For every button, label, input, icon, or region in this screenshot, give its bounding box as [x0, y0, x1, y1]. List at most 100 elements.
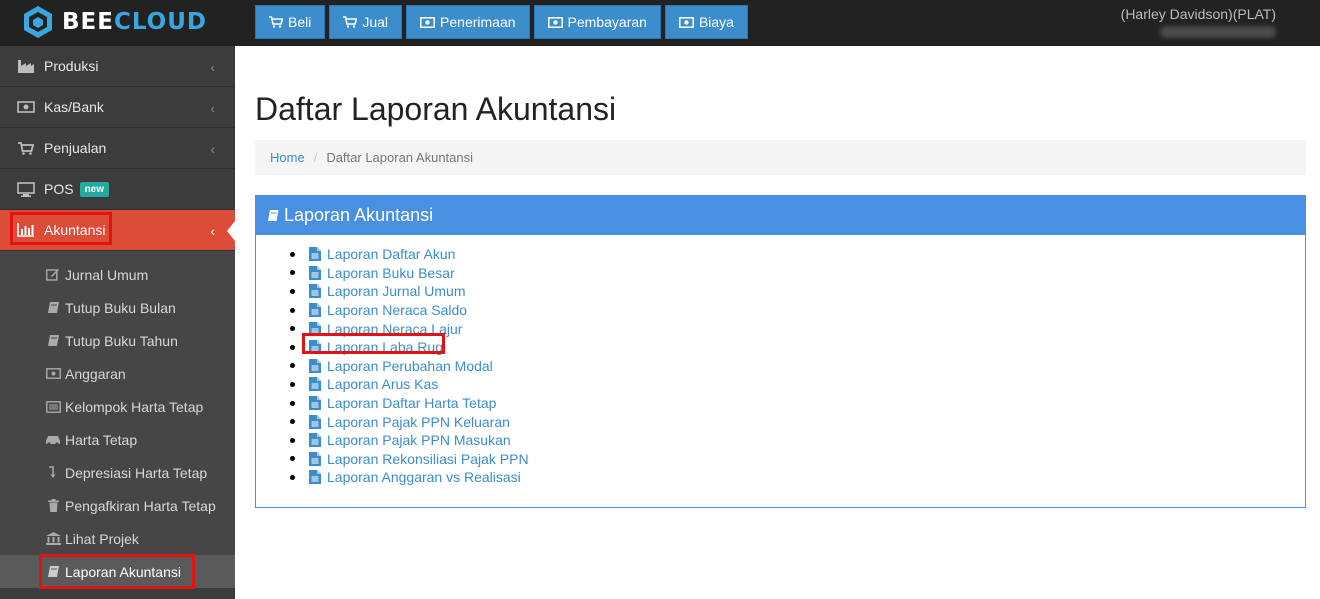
bullet — [290, 456, 295, 462]
pembayaran-label: Pembayaran — [567, 14, 647, 30]
panel-title: Laporan Akuntansi — [284, 205, 434, 225]
bullet — [290, 288, 295, 294]
active-pointer — [227, 221, 235, 241]
sidebar-item-label: Akuntansi — [44, 222, 106, 238]
pembayaran-button[interactable]: Pembayaran — [533, 5, 661, 39]
chevron-left-icon: ‹ — [210, 59, 215, 75]
chevron-left-icon: ‹ — [210, 100, 215, 116]
user-company: (Harley Davidson)(PLAT) — [1120, 6, 1276, 22]
file-text-icon — [309, 303, 321, 318]
bank-icon — [45, 532, 61, 545]
cart-icon — [16, 141, 36, 155]
submenu-item-tutup-buku-tahun[interactable]: Tutup Buku Tahun — [0, 324, 235, 357]
submenu-item-label: Tutup Buku Bulan — [65, 299, 176, 316]
edit-icon — [45, 268, 61, 281]
submenu-item-kelompok-harta-tetap[interactable]: Kelompok Harta Tetap — [0, 390, 235, 423]
report-link[interactable]: Laporan Neraca Lajur — [327, 321, 462, 337]
file-text-icon — [309, 433, 321, 448]
sidebar-item-pos[interactable]: POS new — [0, 169, 235, 210]
main-content: Daftar Laporan Akuntansi Home / Daftar L… — [255, 46, 1306, 508]
page-title: Daftar Laporan Akuntansi — [255, 91, 617, 127]
report-panel: Laporan Akuntansi Laporan Daftar Akun Lap… — [255, 195, 1306, 508]
sidebar-item-akuntansi[interactable]: Akuntansi ‹ — [0, 210, 235, 251]
bullet — [290, 270, 295, 276]
report-link[interactable]: Laporan Perubahan Modal — [327, 358, 493, 374]
submenu-item-depresiasi-harta-tetap[interactable]: Depresiasi Harta Tetap — [0, 456, 235, 489]
top-nav: Beli Jual Penerimaan Pembayaran Biaya — [255, 5, 752, 39]
level-down-icon — [45, 466, 61, 479]
report-link[interactable]: Laporan Jurnal Umum — [327, 283, 466, 299]
desktop-icon — [16, 181, 36, 197]
report-link[interactable]: Laporan Laba Rugi — [327, 339, 446, 355]
submenu-item-harta-tetap[interactable]: Harta Tetap — [0, 423, 235, 456]
list-icon — [45, 400, 61, 413]
file-text-icon — [309, 340, 321, 355]
report-link[interactable]: Laporan Buku Besar — [327, 265, 455, 281]
money-icon — [16, 101, 36, 113]
logo-text-bee: BEE — [62, 9, 114, 35]
file-text-icon — [309, 377, 321, 392]
cart-icon — [269, 16, 283, 28]
beli-button[interactable]: Beli — [255, 5, 326, 39]
beli-label: Beli — [288, 14, 312, 30]
report-item-laporan-neraca-saldo: Laporan Neraca Saldo — [290, 301, 1305, 320]
jual-button[interactable]: Jual — [329, 5, 403, 39]
sidebar: Produksi ‹ Kas/Bank ‹ Penjualan ‹ POS ne… — [0, 46, 235, 599]
bullet — [290, 419, 295, 425]
akuntansi-submenu: Jurnal Umum Tutup Buku Bulan Tutup Buku … — [0, 251, 235, 589]
bullet — [290, 307, 295, 313]
report-item-laporan-laba-rugi: Laporan Laba Rugi — [290, 338, 1305, 357]
report-item-laporan-rekonsiliasi-pajak-ppn: Laporan Rekonsiliasi Pajak PPN — [290, 450, 1305, 469]
car-icon — [45, 434, 61, 446]
bullet — [290, 344, 295, 350]
bullet — [290, 251, 295, 257]
submenu-item-tutup-buku-bulan[interactable]: Tutup Buku Bulan — [0, 291, 235, 324]
penerimaan-label: Penerimaan — [440, 14, 516, 30]
biaya-label: Biaya — [698, 14, 734, 30]
logo[interactable]: BEECLOUD — [22, 5, 207, 39]
file-text-icon — [309, 284, 321, 299]
money-icon — [420, 16, 435, 28]
breadcrumb: Home / Daftar Laporan Akuntansi — [255, 140, 1306, 175]
logo-text: BEECLOUD — [62, 9, 207, 35]
submenu-item-jurnal-umum[interactable]: Jurnal Umum — [0, 258, 235, 291]
submenu-item-pengafkiran-harta-tetap[interactable]: Pengafkiran Harta Tetap — [0, 489, 235, 522]
report-link[interactable]: Laporan Rekonsiliasi Pajak PPN — [327, 451, 529, 467]
report-item-laporan-pajak-ppn-keluaran: Laporan Pajak PPN Keluaran — [290, 412, 1305, 431]
industry-icon — [16, 59, 36, 73]
report-link[interactable]: Laporan Anggaran vs Realisasi — [327, 469, 521, 485]
bullet — [290, 400, 295, 406]
sidebar-item-kas-bank[interactable]: Kas/Bank ‹ — [0, 87, 235, 128]
report-item-laporan-buku-besar: Laporan Buku Besar — [290, 264, 1305, 283]
submenu-item-laporan-akuntansi[interactable]: Laporan Akuntansi — [0, 554, 235, 589]
biaya-button[interactable]: Biaya — [664, 5, 748, 39]
report-item-laporan-arus-kas: Laporan Arus Kas — [290, 375, 1305, 394]
breadcrumb-home-link[interactable]: Home — [270, 150, 305, 165]
file-text-icon — [309, 396, 321, 411]
report-item-laporan-daftar-harta-tetap: Laporan Daftar Harta Tetap — [290, 394, 1305, 413]
report-link[interactable]: Laporan Arus Kas — [327, 376, 438, 392]
report-link[interactable]: Laporan Daftar Harta Tetap — [327, 395, 496, 411]
user-menu[interactable]: (Harley Davidson)(PLAT) — [1121, 6, 1276, 38]
report-item-laporan-jurnal-umum: Laporan Jurnal Umum — [290, 282, 1305, 301]
sidebar-item-penjualan[interactable]: Penjualan ‹ — [0, 128, 235, 169]
report-link[interactable]: Laporan Pajak PPN Keluaran — [327, 414, 510, 430]
file-text-icon — [309, 247, 321, 262]
user-email-blurred — [1160, 26, 1276, 38]
sidebar-item-label: Penjualan — [44, 140, 107, 156]
book-icon — [267, 209, 279, 222]
panel-header: Laporan Akuntansi — [256, 196, 1305, 235]
sidebar-item-label: Kas/Bank — [44, 99, 104, 115]
submenu-item-label: Laporan Akuntansi — [65, 563, 181, 580]
report-item-laporan-pajak-ppn-masukan: Laporan Pajak PPN Masukan — [290, 431, 1305, 450]
report-link[interactable]: Laporan Pajak PPN Masukan — [327, 432, 511, 448]
jual-label: Jual — [362, 14, 389, 30]
penerimaan-button[interactable]: Penerimaan — [406, 5, 530, 39]
sidebar-item-produksi[interactable]: Produksi ‹ — [0, 46, 235, 87]
report-link[interactable]: Laporan Neraca Saldo — [327, 302, 467, 318]
report-item-laporan-daftar-akun: Laporan Daftar Akun — [290, 245, 1305, 264]
report-link[interactable]: Laporan Daftar Akun — [327, 246, 455, 262]
submenu-item-lihat-projek[interactable]: Lihat Projek — [0, 522, 235, 555]
submenu-item-anggaran[interactable]: Anggaran — [0, 357, 235, 390]
file-text-icon — [309, 358, 321, 373]
